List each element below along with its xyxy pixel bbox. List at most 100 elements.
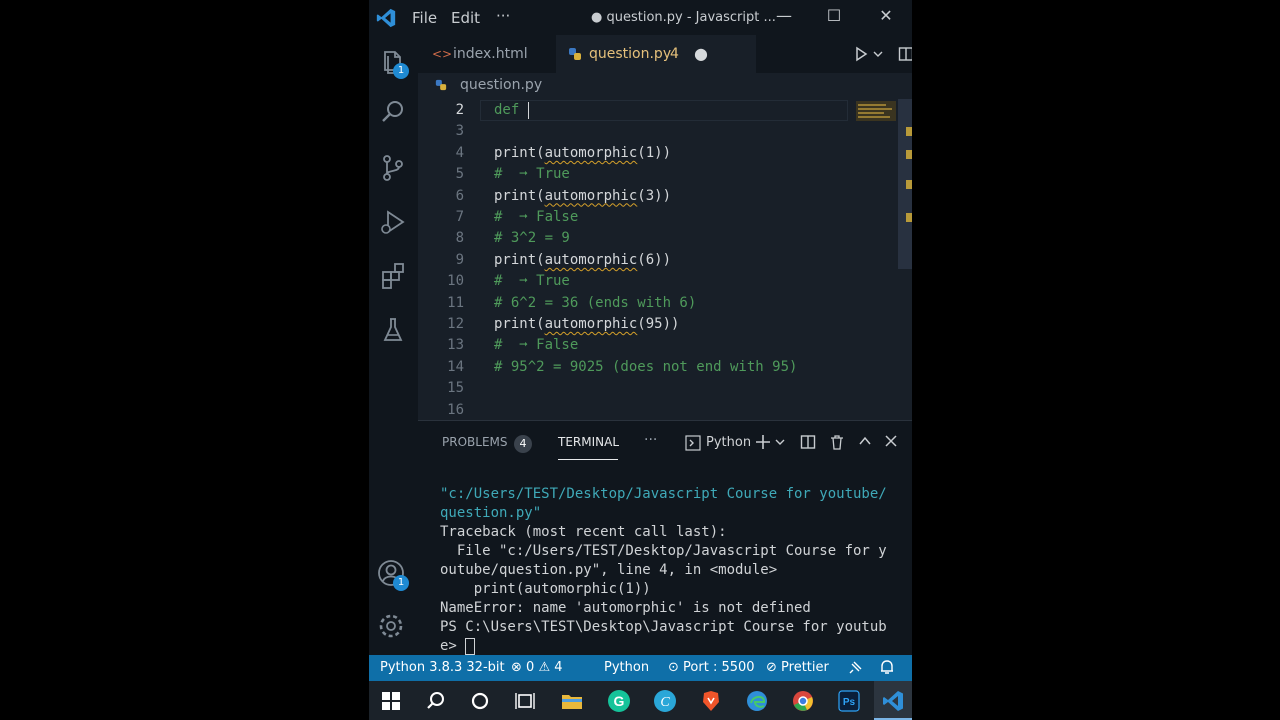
line-number: 10: [447, 273, 464, 290]
chevron-down-icon[interactable]: [775, 438, 785, 446]
terminal-line: question.py": [440, 505, 542, 521]
line-number: 4: [455, 144, 464, 161]
photoshop-icon[interactable]: Ps: [837, 689, 861, 713]
code-line[interactable]: 6 print(automorphic(3)): [418, 186, 848, 207]
window-title: ● question.py - Javascript ...: [591, 10, 776, 25]
chrome-browser-icon[interactable]: [791, 689, 815, 713]
explorer-icon[interactable]: 1: [376, 45, 410, 79]
tab-label: index.html: [453, 46, 528, 62]
feedback-icon[interactable]: [847, 660, 863, 676]
undefined-name-warning[interactable]: automorphic: [545, 252, 638, 268]
warning-count: 4: [554, 660, 563, 675]
notifications-bell-icon[interactable]: [879, 659, 895, 676]
minimap[interactable]: [856, 101, 896, 121]
extensions-icon[interactable]: [376, 259, 410, 293]
broadcast-icon: ⊙: [668, 660, 679, 675]
brave-browser-icon[interactable]: [699, 689, 723, 713]
code-line[interactable]: 13 # ➞ False: [418, 335, 848, 356]
error-count: 0: [526, 660, 535, 675]
terminal-line: NameError: name 'automorphic' is not def…: [440, 600, 811, 616]
tab-problems[interactable]: PROBLEMS: [442, 435, 508, 449]
code-line[interactable]: 5 # ➞ True: [418, 164, 848, 185]
terminal-shell-name[interactable]: Python: [706, 435, 751, 450]
code-line[interactable]: 14 # 95^2 = 9025 (does not end with 95): [418, 357, 848, 378]
code-text: # 95^2 = 9025 (does not end with 95): [494, 358, 798, 375]
file-explorer-icon[interactable]: [560, 689, 584, 713]
split-editor-icon[interactable]: [898, 46, 912, 62]
activity-bar: 1 1: [369, 35, 418, 655]
line-number: 16: [447, 401, 464, 418]
task-view-icon[interactable]: [513, 689, 537, 713]
code-line[interactable]: 2 def: [418, 100, 848, 121]
code-line[interactable]: 11 # 6^2 = 36 (ends with 6): [418, 293, 848, 314]
close-panel-icon[interactable]: [885, 435, 897, 447]
breadcrumb-file[interactable]: question.py: [460, 77, 542, 93]
code-text: print(automorphic(1)): [494, 144, 672, 161]
svg-text:Ps: Ps: [843, 697, 856, 708]
source-control-icon[interactable]: [376, 151, 410, 185]
code-text: def: [494, 101, 529, 119]
accounts-badge: 1: [393, 575, 409, 591]
edge-browser-icon[interactable]: [745, 689, 769, 713]
problems-status[interactable]: ⊗ 0 ⚠ 4: [511, 660, 563, 675]
line-number: 12: [447, 316, 464, 332]
settings-gear-icon[interactable]: [376, 609, 410, 643]
maximize-button[interactable]: ☐: [820, 6, 848, 28]
line-number: 15: [447, 380, 464, 397]
code-line[interactable]: 7 # ➞ False: [418, 207, 848, 228]
line-number: 2: [455, 102, 464, 118]
line-number: 3: [455, 123, 464, 140]
tab-index-html[interactable]: <> index.html: [418, 35, 556, 73]
menu-more-icon[interactable]: ···: [496, 7, 510, 25]
minimize-button[interactable]: —: [770, 6, 798, 28]
code-line[interactable]: 4 print(automorphic(1)): [418, 143, 848, 164]
code-line[interactable]: 16: [418, 400, 848, 421]
panel-more-icon[interactable]: ···: [644, 432, 657, 448]
code-line[interactable]: 8 # 3^2 = 9: [418, 228, 848, 249]
code-line[interactable]: 12 print(automorphic(95)): [418, 314, 848, 335]
live-server-port[interactable]: ⊙ Port : 5500: [668, 660, 755, 675]
language-mode[interactable]: Python: [604, 660, 649, 675]
search-icon[interactable]: [376, 95, 410, 129]
code-line[interactable]: 10 # ➞ True: [418, 271, 848, 292]
line-number: 6: [455, 187, 464, 204]
maximize-panel-chevron-up-icon[interactable]: [858, 435, 872, 447]
menu-edit[interactable]: Edit: [451, 9, 480, 27]
windows-start-icon[interactable]: [379, 689, 403, 713]
close-button[interactable]: ✕: [872, 6, 900, 28]
undefined-name-warning[interactable]: automorphic: [545, 316, 638, 332]
code-editor[interactable]: 2 def 3 4 print(automorphic(1)) 5 # ➞ True 6 pr…: [418, 99, 912, 420]
code-line[interactable]: 9 print(automorphic(6)): [418, 250, 848, 271]
code-line[interactable]: 15: [418, 378, 848, 399]
undefined-name-warning[interactable]: automorphic: [545, 188, 638, 204]
python-interpreter[interactable]: Python 3.8.3 32-bit: [380, 660, 505, 675]
tab-question-py[interactable]: question.py 4 ●: [556, 35, 756, 73]
tab-problems-count: 4: [670, 46, 679, 62]
prettier-status[interactable]: ⊘ Prettier: [766, 660, 829, 675]
run-debug-icon[interactable]: [376, 205, 410, 239]
code-text: # 3^2 = 9: [494, 230, 570, 247]
terminal-output[interactable]: "c:/Users/TEST/Desktop/Javascript Course…: [440, 485, 900, 656]
cortana-icon[interactable]: [468, 689, 492, 713]
code-text: # ➞ False: [494, 337, 579, 354]
run-icon[interactable]: [853, 46, 869, 62]
vscode-taskbar-icon[interactable]: [881, 689, 905, 713]
canva-icon[interactable]: C: [653, 689, 677, 713]
line-number: 8: [455, 230, 464, 247]
accounts-icon[interactable]: 1: [376, 557, 410, 591]
grammarly-icon[interactable]: G: [607, 689, 631, 713]
chevron-down-icon[interactable]: [873, 50, 883, 58]
testing-flask-icon[interactable]: [376, 313, 410, 347]
line-number: 5: [455, 166, 464, 183]
new-terminal-plus-icon[interactable]: [755, 434, 771, 450]
code-line[interactable]: 3: [418, 121, 848, 142]
tab-terminal[interactable]: TERMINAL: [558, 435, 619, 449]
terminal-line: Traceback (most recent call last):: [440, 524, 727, 540]
undefined-name-warning[interactable]: automorphic: [545, 145, 638, 161]
line-number: 9: [455, 251, 464, 268]
split-terminal-icon[interactable]: [800, 434, 816, 450]
menu-file[interactable]: File: [412, 9, 437, 27]
modified-dot-icon[interactable]: ●: [694, 35, 708, 73]
taskbar-search-icon[interactable]: [424, 689, 448, 713]
trash-icon[interactable]: [829, 434, 845, 450]
